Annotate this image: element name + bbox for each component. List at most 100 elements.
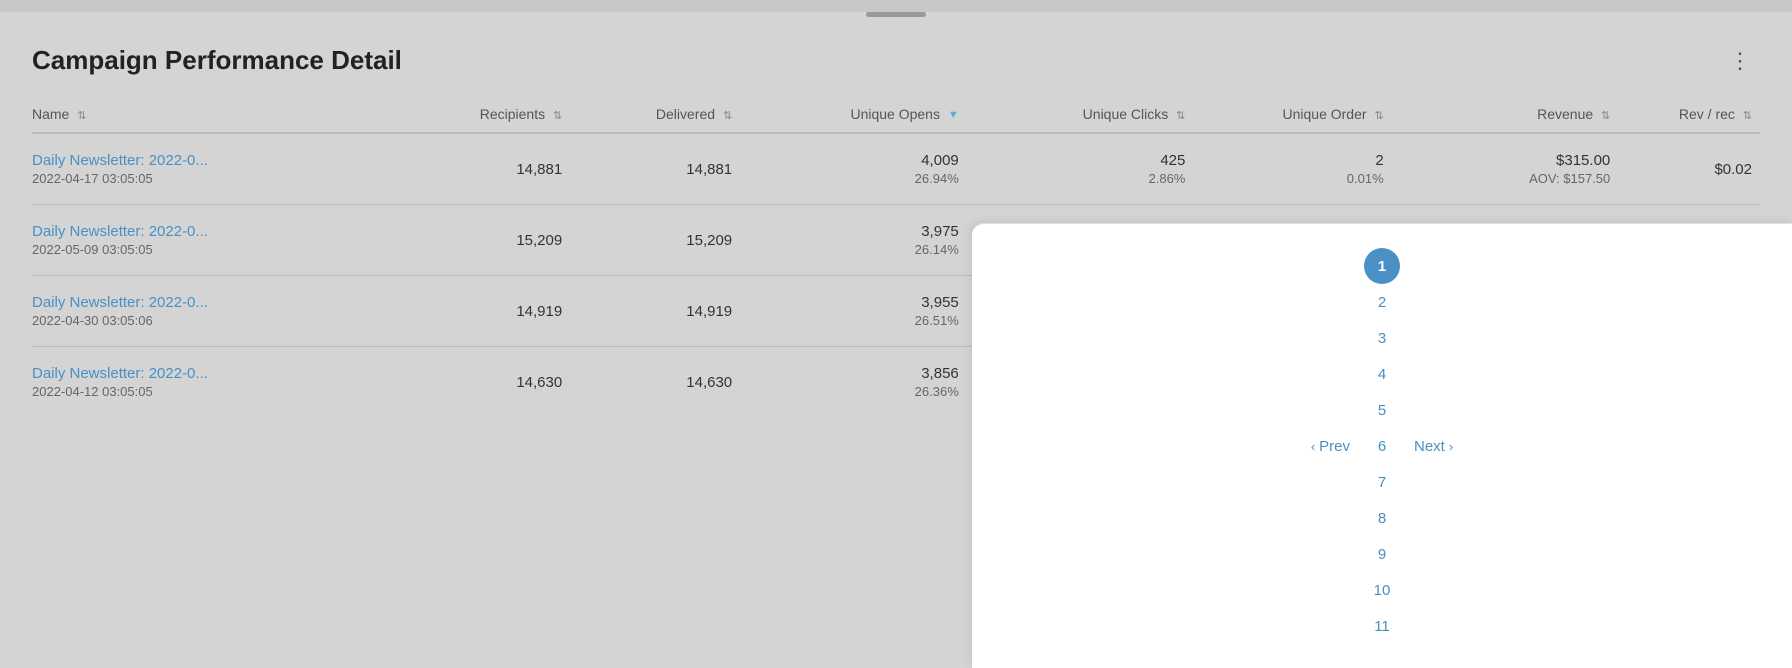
rev-per-rec-value-0: $0.02 — [1626, 161, 1752, 178]
campaign-link-3[interactable]: Daily Newsletter: 2022-0... — [32, 365, 392, 382]
page-button-6[interactable]: 6 — [1364, 428, 1400, 464]
page-button-1[interactable]: 1 — [1364, 248, 1400, 284]
col-rev-per-rec-label: Rev / rec — [1679, 106, 1735, 122]
cell-name-0: Daily Newsletter: 2022-0... 2022-04-17 0… — [32, 133, 400, 205]
page-title: Campaign Performance Detail — [32, 45, 402, 76]
cell-name-1: Daily Newsletter: 2022-0... 2022-05-09 0… — [32, 205, 400, 276]
page-button-3[interactable]: 3 — [1364, 320, 1400, 356]
unique-clicks-value-0: 425 — [975, 152, 1186, 169]
main-panel: Campaign Performance Detail ⋮ Name ⇅ Rec… — [0, 12, 1792, 668]
page-button-8[interactable]: 8 — [1364, 500, 1400, 536]
col-rev-per-rec[interactable]: Rev / rec ⇅ — [1618, 96, 1760, 133]
page-button-10[interactable]: 10 — [1364, 572, 1400, 608]
col-unique-order-label: Unique Order — [1283, 106, 1367, 122]
unique-opens-pct-1: 26.14% — [748, 242, 959, 257]
col-delivered-label: Delivered — [656, 106, 715, 122]
cell-unique-opens-2: 3,955 26.51% — [740, 276, 967, 347]
recipients-value-1: 15,209 — [408, 232, 562, 249]
col-name[interactable]: Name ⇅ — [32, 96, 400, 133]
prev-label: Prev — [1319, 438, 1350, 455]
recipients-value-3: 14,630 — [408, 374, 562, 391]
campaign-link-2[interactable]: Daily Newsletter: 2022-0... — [32, 294, 392, 311]
next-button[interactable]: Next › — [1404, 432, 1463, 461]
delivered-value-1: 15,209 — [578, 232, 732, 249]
delivered-value-3: 14,630 — [578, 374, 732, 391]
col-unique-clicks[interactable]: Unique Clicks ⇅ — [967, 96, 1194, 133]
more-options-button[interactable]: ⋮ — [1721, 46, 1760, 76]
unique-opens-pct-3: 26.36% — [748, 384, 959, 399]
unique-opens-value-0: 4,009 — [748, 152, 959, 169]
page-button-5[interactable]: 5 — [1364, 392, 1400, 428]
campaign-link-0[interactable]: Daily Newsletter: 2022-0... — [32, 152, 392, 169]
aov-value-0: AOV: $157.50 — [1400, 171, 1611, 186]
revenue-value-0: $315.00 — [1400, 152, 1611, 169]
col-revenue[interactable]: Revenue ⇅ — [1392, 96, 1619, 133]
col-name-sort-icon: ⇅ — [77, 109, 86, 122]
cell-name-3: Daily Newsletter: 2022-0... 2022-04-12 0… — [32, 347, 400, 418]
unique-opens-pct-2: 26.51% — [748, 313, 959, 328]
cell-revenue-0: $315.00 AOV: $157.50 — [1392, 133, 1619, 205]
col-unique-order-sort-icon: ⇅ — [1374, 109, 1383, 122]
col-revenue-label: Revenue — [1537, 106, 1593, 122]
col-recipients[interactable]: Recipients ⇅ — [400, 96, 570, 133]
campaign-date-2: 2022-04-30 03:05:06 — [32, 313, 392, 328]
table-header: Name ⇅ Recipients ⇅ Delivered ⇅ Unique O… — [32, 96, 1760, 133]
col-recipients-label: Recipients — [480, 106, 545, 122]
cell-delivered-1: 15,209 — [570, 205, 740, 276]
page-buttons: 1234567891011 — [1364, 248, 1400, 644]
cell-unique-order-0: 2 0.01% — [1193, 133, 1391, 205]
delivered-value-0: 14,881 — [578, 161, 732, 178]
prev-chevron-icon: ‹ — [1311, 439, 1315, 454]
col-unique-opens-label: Unique Opens — [850, 106, 940, 122]
unique-opens-value-2: 3,955 — [748, 294, 959, 311]
cell-delivered-0: 14,881 — [570, 133, 740, 205]
unique-opens-value-1: 3,975 — [748, 223, 959, 240]
next-label: Next — [1414, 438, 1445, 455]
prev-button[interactable]: ‹ Prev — [1301, 432, 1360, 461]
col-unique-clicks-sort-icon: ⇅ — [1176, 109, 1185, 122]
page-button-7[interactable]: 7 — [1364, 464, 1400, 500]
col-unique-clicks-label: Unique Clicks — [1083, 106, 1169, 122]
page-button-11[interactable]: 11 — [1364, 608, 1400, 644]
campaign-date-1: 2022-05-09 03:05:05 — [32, 242, 392, 257]
delivered-value-2: 14,919 — [578, 303, 732, 320]
pagination-bar: ‹ Prev 1234567891011 Next › — [972, 223, 1792, 668]
cell-delivered-3: 14,630 — [570, 347, 740, 418]
cell-recipients-3: 14,630 — [400, 347, 570, 418]
campaign-date-0: 2022-04-17 03:05:05 — [32, 171, 392, 186]
cell-rev-per-rec-0: $0.02 — [1618, 133, 1760, 205]
col-name-label: Name — [32, 106, 69, 122]
col-delivered[interactable]: Delivered ⇅ — [570, 96, 740, 133]
col-revenue-sort-icon: ⇅ — [1601, 109, 1610, 122]
col-delivered-sort-icon: ⇅ — [723, 109, 732, 122]
recipients-value-2: 14,919 — [408, 303, 562, 320]
campaign-date-3: 2022-04-12 03:05:05 — [32, 384, 392, 399]
unique-order-pct-0: 0.01% — [1201, 171, 1383, 186]
page-button-9[interactable]: 9 — [1364, 536, 1400, 572]
col-rev-per-rec-sort-icon: ⇅ — [1743, 109, 1752, 122]
campaign-link-1[interactable]: Daily Newsletter: 2022-0... — [32, 223, 392, 240]
recipients-value-0: 14,881 — [408, 161, 562, 178]
page-button-2[interactable]: 2 — [1364, 284, 1400, 320]
col-recipients-sort-icon: ⇅ — [553, 109, 562, 122]
cell-delivered-2: 14,919 — [570, 276, 740, 347]
unique-opens-pct-0: 26.94% — [748, 171, 959, 186]
cell-unique-opens-3: 3,856 26.36% — [740, 347, 967, 418]
cell-unique-opens-1: 3,975 26.14% — [740, 205, 967, 276]
cell-recipients-2: 14,919 — [400, 276, 570, 347]
table-row: Daily Newsletter: 2022-0... 2022-04-17 0… — [32, 133, 1760, 205]
unique-opens-value-3: 3,856 — [748, 365, 959, 382]
unique-order-value-0: 2 — [1201, 152, 1383, 169]
col-unique-opens-sort-icon: ▼ — [948, 109, 959, 121]
cell-name-2: Daily Newsletter: 2022-0... 2022-04-30 0… — [32, 276, 400, 347]
page-button-4[interactable]: 4 — [1364, 356, 1400, 392]
col-unique-opens[interactable]: Unique Opens ▼ — [740, 96, 967, 133]
next-chevron-icon: › — [1449, 439, 1453, 454]
cell-recipients-0: 14,881 — [400, 133, 570, 205]
col-unique-order[interactable]: Unique Order ⇅ — [1193, 96, 1391, 133]
unique-clicks-pct-0: 2.86% — [975, 171, 1186, 186]
cell-unique-clicks-0: 425 2.86% — [967, 133, 1194, 205]
cell-recipients-1: 15,209 — [400, 205, 570, 276]
cell-unique-opens-0: 4,009 26.94% — [740, 133, 967, 205]
header: Campaign Performance Detail ⋮ — [0, 17, 1792, 96]
